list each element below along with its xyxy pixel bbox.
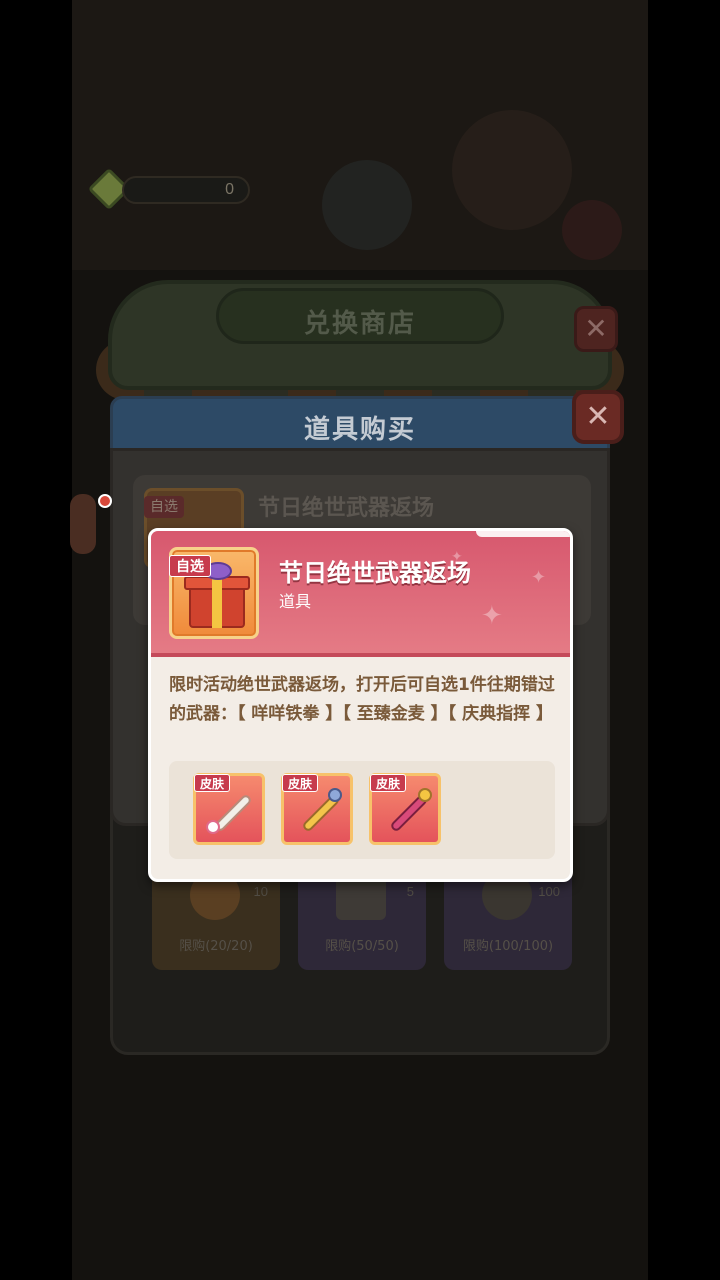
skin-reward-slot[interactable]: 皮肤: [281, 773, 353, 845]
skin-badge: 皮肤: [194, 774, 231, 792]
currency-counter: 0: [122, 176, 250, 204]
purchase-item-name: 节日绝世武器返场: [258, 496, 435, 521]
tooltip-select-badge: 自选: [169, 555, 211, 577]
snow-decoration: [476, 531, 570, 537]
shop-item-count: 5: [406, 884, 414, 899]
shop-item-limit: 限购(50/50): [325, 939, 399, 954]
weapon-head: [206, 820, 220, 834]
side-character-peek: [70, 494, 96, 554]
skin-reward-tray: 皮肤 皮肤 皮肤: [169, 761, 555, 859]
shop-item-limit: 限购(20/20): [179, 939, 253, 954]
shop-item-limit: 限购(100/100): [462, 939, 554, 954]
skin-badge: 皮肤: [370, 774, 407, 792]
shop-title-plate: 兑换商店: [216, 288, 504, 344]
tooltip-item-name: 节日绝世武器返场: [279, 559, 471, 587]
tooltip-description: 限时活动绝世武器返场，打开后可自选1件往期错过的武器：【 咩咩铁拳 】【 至臻金…: [169, 675, 555, 724]
skin-reward-slot[interactable]: 皮肤: [369, 773, 441, 845]
purchase-close-button[interactable]: ✕: [572, 390, 624, 444]
gift-ribbon: [212, 576, 222, 628]
shop-close-button[interactable]: ✕: [574, 306, 618, 352]
tooltip-item-type: 道具: [279, 592, 312, 611]
item-tooltip: ✦ ✦ ✦ 自选 节日绝世武器返场 道具 限时活动绝世武器返场，打开后可自选1件…: [148, 528, 573, 882]
skin-reward-slot[interactable]: 皮肤: [193, 773, 265, 845]
sparkle-icon: ✦: [481, 601, 503, 631]
purchase-header: 道具购买: [110, 396, 610, 456]
notification-dot: [98, 494, 112, 508]
shop-title: 兑换商店: [303, 309, 416, 339]
currency-count: 0: [225, 181, 234, 198]
shop-item-count: 100: [538, 884, 560, 899]
skin-badge: 皮肤: [282, 774, 319, 792]
shop-item-count: 10: [253, 884, 268, 899]
purchase-title: 道具购买: [303, 415, 416, 445]
weapon-head: [418, 788, 432, 802]
game-backdrop: 0: [72, 0, 648, 270]
weapon-head: [328, 788, 342, 802]
purchase-item-badge: 自选: [144, 496, 184, 518]
sparkle-icon: ✦: [531, 567, 547, 588]
